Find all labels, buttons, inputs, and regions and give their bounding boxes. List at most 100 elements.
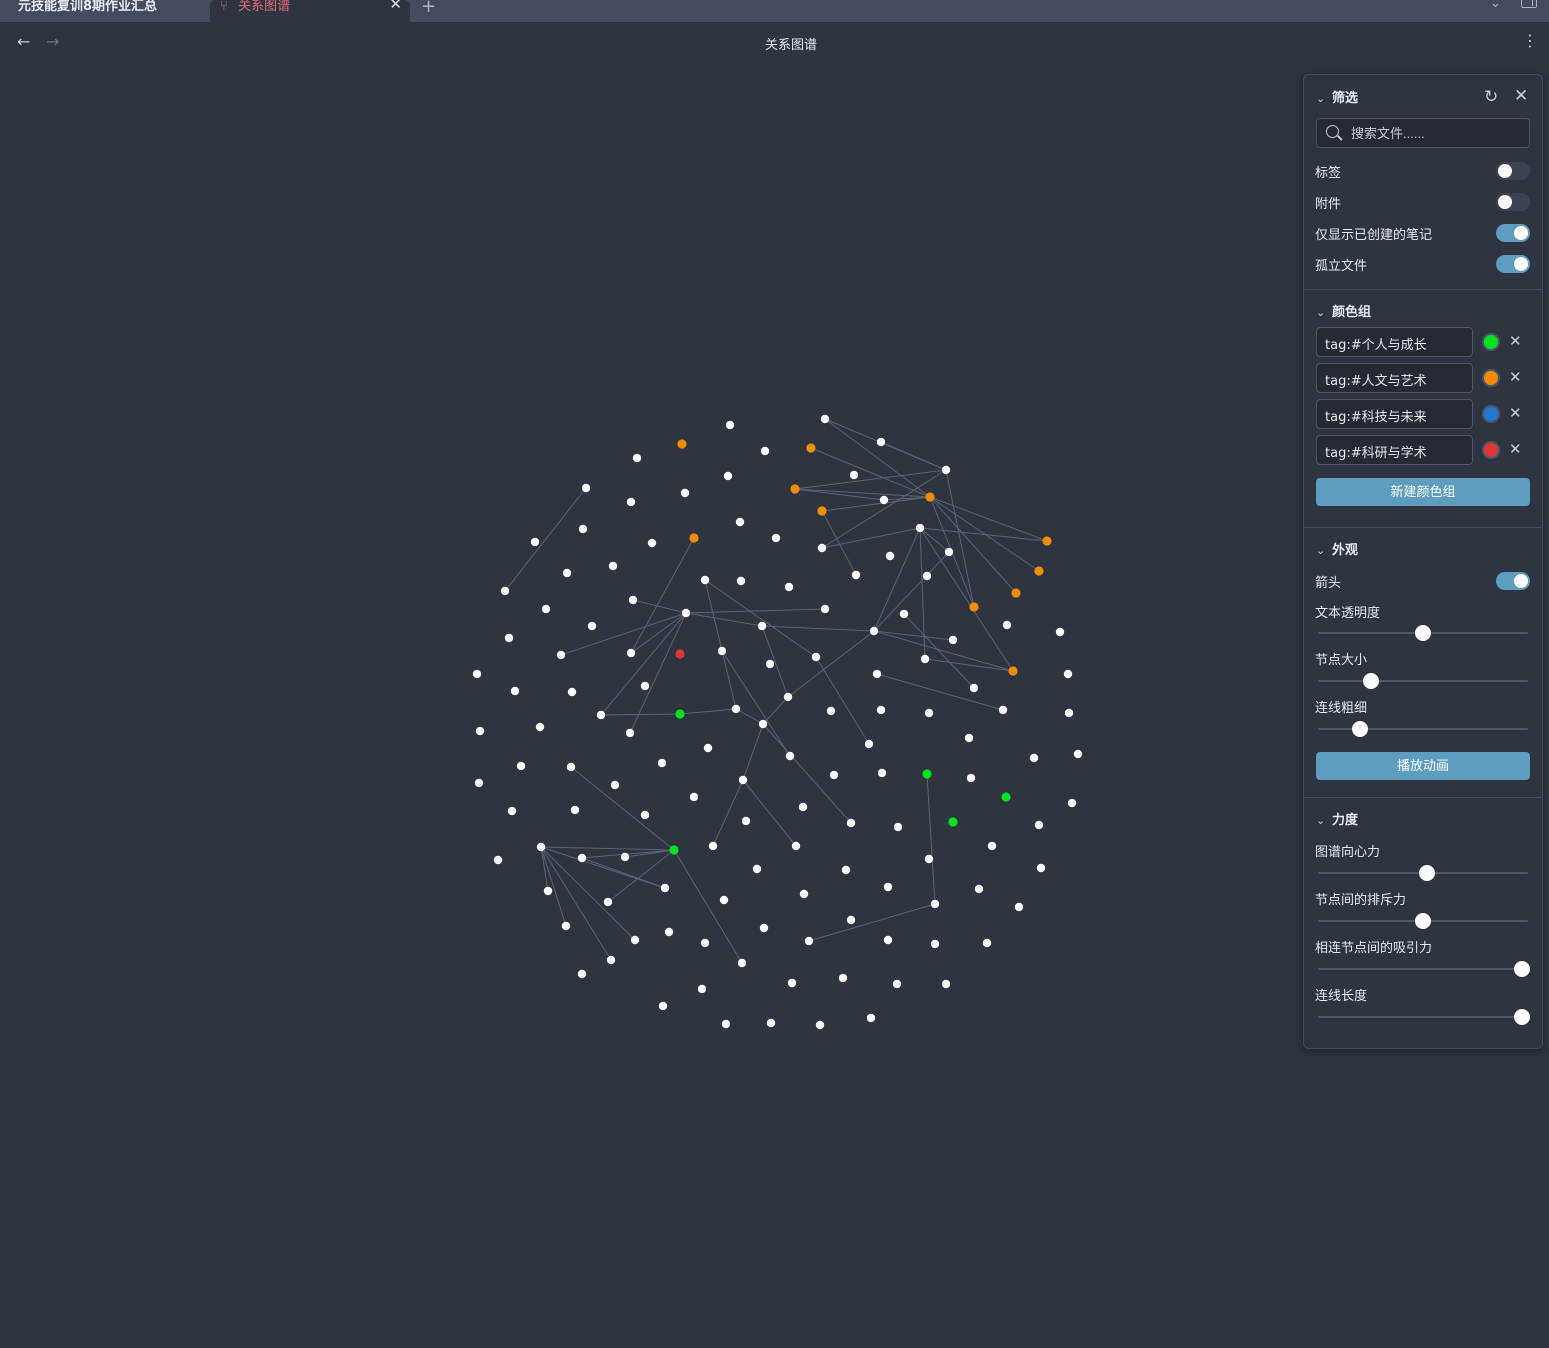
link-force-slider[interactable] — [1318, 961, 1530, 977]
graph-node[interactable] — [1063, 669, 1073, 679]
graph-node[interactable] — [556, 650, 566, 660]
existing-notes-toggle[interactable] — [1496, 224, 1530, 242]
graph-node[interactable] — [815, 1020, 825, 1030]
color-group-swatch[interactable] — [1482, 333, 1500, 351]
graph-node[interactable] — [581, 483, 591, 493]
graph-node[interactable] — [680, 488, 690, 498]
graph-node[interactable] — [974, 884, 984, 894]
graph-node[interactable] — [969, 602, 979, 612]
display-section-header[interactable]: ⌄ 外观 — [1316, 539, 1358, 558]
graph-node[interactable] — [1014, 902, 1024, 912]
slider-thumb[interactable] — [1513, 961, 1530, 977]
graph-node[interactable] — [869, 626, 879, 636]
search-input[interactable] — [1351, 124, 1521, 142]
graph-node[interactable] — [829, 770, 839, 780]
graph-node[interactable] — [507, 806, 517, 816]
graph-node[interactable] — [885, 551, 895, 561]
graph-node[interactable] — [731, 704, 741, 714]
graph-node[interactable] — [760, 446, 770, 456]
graph-node[interactable] — [1034, 820, 1044, 830]
graph-node[interactable] — [1055, 627, 1065, 637]
graph-node[interactable] — [879, 495, 889, 505]
graph-node[interactable] — [924, 708, 934, 718]
graph-node[interactable] — [838, 973, 848, 983]
graph-node[interactable] — [664, 927, 674, 937]
graph-node[interactable] — [804, 936, 814, 946]
graph-node[interactable] — [675, 649, 685, 659]
graph-node[interactable] — [1001, 792, 1011, 802]
graph-node[interactable] — [922, 769, 932, 779]
graph-node[interactable] — [758, 719, 768, 729]
graph-node[interactable] — [689, 792, 699, 802]
graph-node[interactable] — [948, 817, 958, 827]
graph-node[interactable] — [765, 659, 775, 669]
graph-node[interactable] — [922, 571, 932, 581]
animate-button[interactable]: 播放动画 — [1316, 752, 1530, 780]
graph-node[interactable] — [697, 984, 707, 994]
graph-node[interactable] — [741, 816, 751, 826]
graph-node[interactable] — [570, 805, 580, 815]
graph-node[interactable] — [700, 938, 710, 948]
graph-node[interactable] — [737, 958, 747, 968]
color-group-query-field[interactable]: tag:#人文与艺术 — [1316, 363, 1473, 393]
graph-node[interactable] — [791, 841, 801, 851]
tags-toggle[interactable] — [1496, 162, 1530, 180]
graph-node[interactable] — [790, 484, 800, 494]
graph-node[interactable] — [820, 414, 830, 424]
graph-node[interactable] — [849, 470, 859, 480]
remove-group-icon[interactable]: ✕ — [1509, 440, 1522, 458]
graph-node[interactable] — [587, 621, 597, 631]
graph-node[interactable] — [766, 1018, 776, 1028]
graph-node[interactable] — [578, 524, 588, 534]
color-group-swatch[interactable] — [1482, 369, 1500, 387]
node-size-slider[interactable] — [1318, 673, 1528, 689]
graph-node[interactable] — [877, 768, 887, 778]
graph-node[interactable] — [677, 439, 687, 449]
filter-section-header[interactable]: ⌄ 筛选 — [1316, 87, 1358, 106]
graph-node[interactable] — [864, 739, 874, 749]
graph-node[interactable] — [738, 775, 748, 785]
graph-node[interactable] — [799, 889, 809, 899]
graph-node[interactable] — [982, 938, 992, 948]
graph-node[interactable] — [536, 842, 546, 852]
slider-thumb[interactable] — [1362, 673, 1379, 689]
graph-node[interactable] — [596, 710, 606, 720]
graph-node[interactable] — [846, 818, 856, 828]
graph-node[interactable] — [915, 523, 925, 533]
graph-node[interactable] — [924, 854, 934, 864]
slider-thumb[interactable] — [1415, 913, 1431, 929]
graph-node[interactable] — [817, 543, 827, 553]
graph-node[interactable] — [925, 492, 935, 502]
graph-node[interactable] — [608, 561, 618, 571]
graph-node[interactable] — [543, 886, 553, 896]
graph-node[interactable] — [500, 586, 510, 596]
graph-node[interactable] — [883, 882, 893, 892]
graph-node[interactable] — [493, 855, 503, 865]
graph-node[interactable] — [784, 582, 794, 592]
graph-node[interactable] — [948, 635, 958, 645]
graph-node[interactable] — [504, 633, 514, 643]
link-distance-slider[interactable] — [1318, 1009, 1530, 1025]
graph-node[interactable] — [681, 608, 691, 618]
graph-node[interactable] — [472, 669, 482, 679]
graph-node[interactable] — [757, 621, 767, 631]
graph-node[interactable] — [610, 780, 620, 790]
new-tab-plus-icon[interactable]: + — [421, 0, 436, 17]
graph-node[interactable] — [535, 722, 545, 732]
graph-node[interactable] — [899, 609, 909, 619]
graph-node[interactable] — [1042, 536, 1052, 546]
link-thickness-slider[interactable] — [1318, 721, 1528, 737]
sidebar-toggle-icon[interactable] — [1521, 0, 1537, 8]
slider-thumb[interactable] — [1415, 625, 1431, 641]
graph-node[interactable] — [930, 939, 940, 949]
color-group-swatch[interactable] — [1482, 405, 1500, 423]
color-group-swatch[interactable] — [1482, 441, 1500, 459]
slider-thumb[interactable] — [1419, 865, 1436, 881]
graph-node[interactable] — [1064, 708, 1074, 718]
graph-node[interactable] — [1067, 798, 1077, 808]
graph-node[interactable] — [475, 726, 485, 736]
graph-node[interactable] — [474, 778, 484, 788]
graph-node[interactable] — [735, 517, 745, 527]
graph-node[interactable] — [964, 733, 974, 743]
graph-node[interactable] — [930, 899, 940, 909]
